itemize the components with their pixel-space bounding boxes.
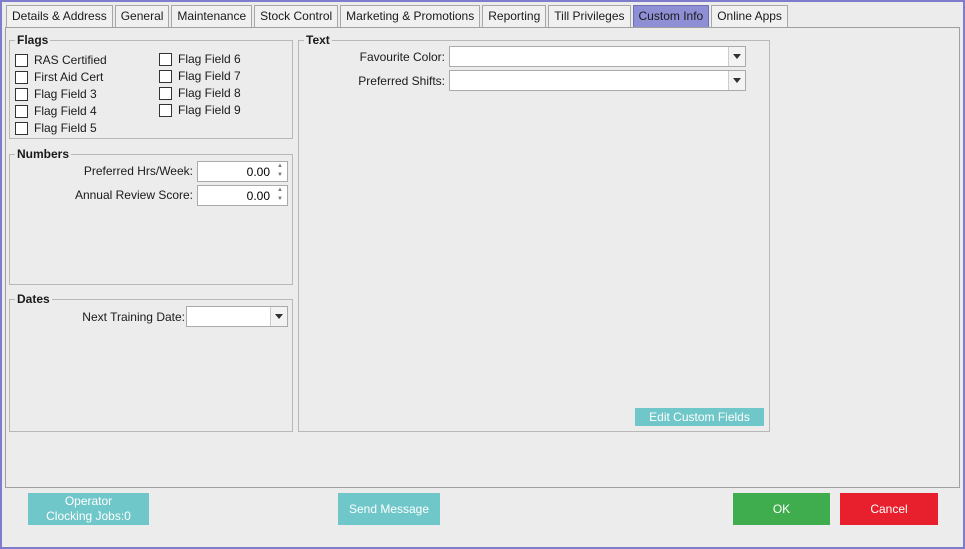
preferred-hrs-spinner[interactable]: ▲ ▼	[197, 161, 288, 182]
next-training-date-picker[interactable]	[186, 306, 288, 327]
spin-up-icon[interactable]: ▲	[273, 162, 287, 171]
flag-field-3[interactable]: Flag Field 3	[15, 86, 97, 102]
operator-clocking-line1: Operator	[64, 494, 113, 508]
checkbox-flag-field-5[interactable]	[15, 121, 28, 135]
tab-reporting[interactable]: Reporting	[482, 5, 547, 28]
operator-clocking-jobs-button[interactable]: Operator Clocking Jobs:0	[28, 493, 149, 525]
annual-review-spinner[interactable]: ▲ ▼	[197, 185, 288, 206]
tab-maintenance[interactable]: Maintenance	[171, 5, 253, 28]
next-training-label: Next Training Date:	[82, 310, 185, 324]
flag-ras-certified[interactable]: RAS Certified	[15, 52, 107, 68]
flag-label: Flag Field 5	[34, 121, 97, 135]
numbers-group-title: Numbers	[15, 147, 72, 161]
flag-first-aid-cert[interactable]: First Aid Cert	[15, 69, 103, 85]
cancel-button[interactable]: Cancel	[840, 493, 938, 525]
text-group: Text Favourite Color: Preferred Shifts: …	[298, 33, 770, 432]
annual-review-label: Annual Review Score:	[74, 188, 193, 202]
spinner-arrows: ▲ ▼	[273, 162, 287, 181]
text-group-title: Text	[304, 33, 332, 47]
checkbox-first-aid-cert[interactable]	[15, 70, 28, 84]
flag-field-4[interactable]: Flag Field 4	[15, 103, 97, 119]
flags-group: Flags RAS Certified First Aid Cert Flag …	[9, 33, 293, 139]
checkbox-flag-field-8[interactable]	[159, 86, 172, 100]
flags-group-title: Flags	[15, 33, 51, 47]
flag-label: Flag Field 4	[34, 104, 97, 118]
window: Details & Address General Maintenance St…	[2, 2, 963, 547]
operator-clocking-line2: Clocking Jobs:0	[46, 509, 131, 523]
checkbox-flag-field-4[interactable]	[15, 104, 28, 118]
tab-marketing-promotions[interactable]: Marketing & Promotions	[340, 5, 481, 28]
checkbox-flag-field-3[interactable]	[15, 87, 28, 101]
preferred-shifts-label: Preferred Shifts:	[358, 74, 445, 88]
flag-label: First Aid Cert	[34, 70, 104, 84]
flag-field-9[interactable]: Flag Field 9	[159, 102, 241, 118]
tab-custom-info[interactable]: Custom Info	[632, 5, 710, 28]
flag-field-8[interactable]: Flag Field 8	[159, 85, 241, 101]
dates-group: Dates Next Training Date:	[9, 292, 293, 432]
flag-label: RAS Certified	[34, 53, 107, 67]
chevron-down-icon[interactable]	[270, 307, 287, 326]
favourite-color-label: Favourite Color:	[359, 50, 445, 64]
custom-info-panel: Flags RAS Certified First Aid Cert Flag …	[5, 27, 960, 488]
chevron-down-icon[interactable]	[728, 71, 745, 90]
tab-general[interactable]: General	[114, 5, 170, 28]
preferred-hrs-input[interactable]	[200, 164, 270, 179]
checkbox-flag-field-7[interactable]	[159, 69, 172, 83]
spin-up-icon[interactable]: ▲	[273, 186, 287, 195]
flag-label: Flag Field 9	[178, 103, 241, 117]
checkbox-ras-certified[interactable]	[15, 53, 28, 67]
tab-stock-control[interactable]: Stock Control	[254, 5, 339, 28]
dates-group-title: Dates	[15, 292, 52, 306]
preferred-hrs-label: Preferred Hrs/Week:	[83, 164, 193, 178]
chevron-down-icon[interactable]	[728, 47, 745, 66]
flag-field-7[interactable]: Flag Field 7	[159, 68, 241, 84]
checkbox-flag-field-6[interactable]	[159, 52, 172, 66]
spinner-arrows: ▲ ▼	[273, 186, 287, 205]
tab-details-address[interactable]: Details & Address	[6, 5, 113, 28]
flag-label: Flag Field 6	[178, 52, 241, 66]
annual-review-input[interactable]	[200, 188, 270, 203]
flag-label: Flag Field 3	[34, 87, 97, 101]
tab-strip: Details & Address General Maintenance St…	[6, 5, 790, 28]
flag-field-6[interactable]: Flag Field 6	[159, 51, 241, 67]
edit-custom-fields-button[interactable]: Edit Custom Fields	[635, 408, 764, 426]
tab-online-apps[interactable]: Online Apps	[711, 5, 788, 28]
send-message-button[interactable]: Send Message	[338, 493, 440, 525]
numbers-group: Numbers Preferred Hrs/Week: ▲ ▼ Annual R…	[9, 147, 293, 285]
spin-down-icon[interactable]: ▼	[273, 171, 287, 180]
tab-till-privileges[interactable]: Till Privileges	[548, 5, 631, 28]
flag-field-5[interactable]: Flag Field 5	[15, 120, 97, 136]
checkbox-flag-field-9[interactable]	[159, 103, 172, 117]
spin-down-icon[interactable]: ▼	[273, 195, 287, 204]
flag-label: Flag Field 8	[178, 86, 241, 100]
ok-button[interactable]: OK	[733, 493, 830, 525]
flag-label: Flag Field 7	[178, 69, 241, 83]
preferred-shifts-select[interactable]	[449, 70, 746, 91]
favourite-color-select[interactable]	[449, 46, 746, 67]
